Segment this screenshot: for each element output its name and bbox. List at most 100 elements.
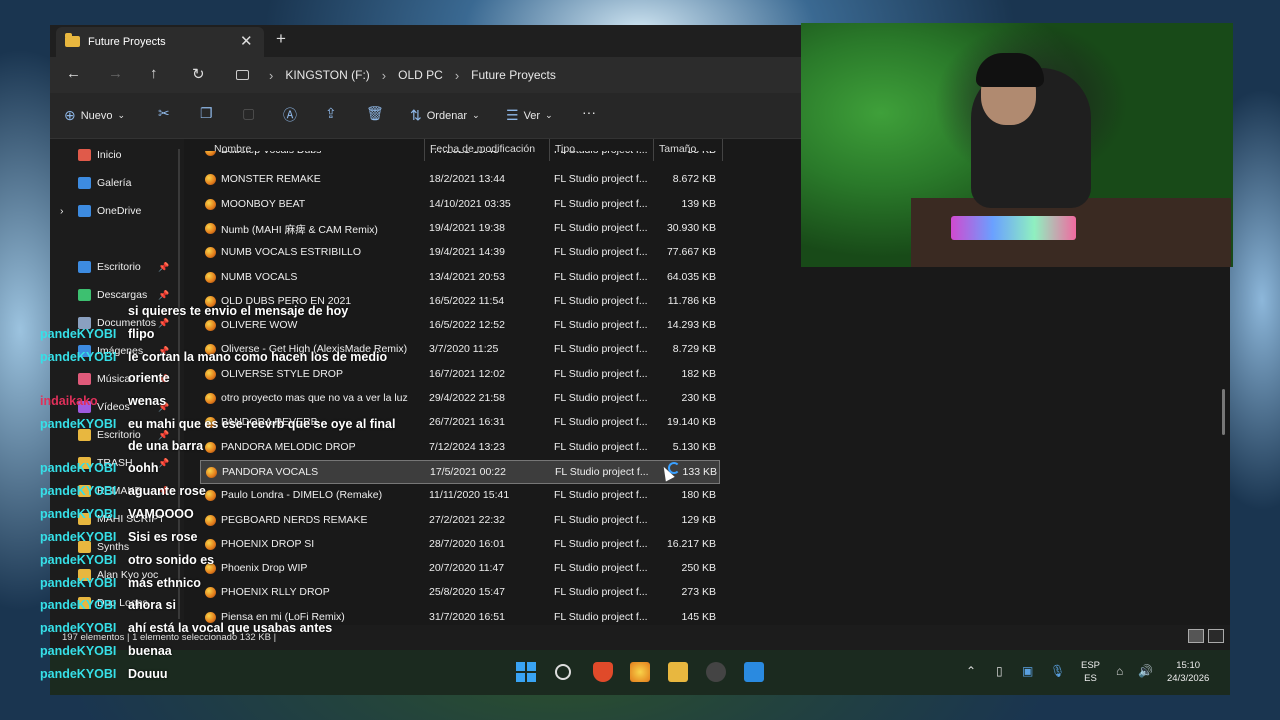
- pane-divider[interactable]: [178, 149, 180, 619]
- start-icon[interactable]: [516, 662, 536, 682]
- refresh-button[interactable]: ↻: [192, 65, 205, 83]
- file-size: 273 KB: [681, 586, 716, 599]
- app-icon[interactable]: [744, 662, 764, 682]
- file-row[interactable]: MONSTER REMAKE 18/2/2021 13:44 FL Studio p…: [200, 168, 720, 192]
- back-button[interactable]: ←: [66, 65, 81, 82]
- rename-icon[interactable]: Ⓐ: [283, 105, 297, 125]
- pin-icon[interactable]: 📌: [158, 458, 169, 469]
- fl-project-file-icon: [205, 174, 216, 186]
- file-date: 14/10/2021 03:35: [429, 197, 511, 210]
- sidebar-item[interactable]: Escritorio: [78, 261, 141, 273]
- expand-chevron-icon[interactable]: ›: [60, 205, 64, 217]
- chat-text: ahora si: [128, 598, 176, 612]
- chat-message: pandeKYOBI más ethnico: [40, 576, 201, 591]
- show-hidden-icons-icon[interactable]: ⌃: [966, 664, 976, 678]
- file-date: 16/5/2022 11:54: [429, 294, 505, 307]
- file-date: 17/5/2021 00:22: [430, 465, 506, 478]
- chat-text: Sisi es rose: [128, 530, 198, 544]
- file-row[interactable]: PHOENIX DROP SI 28/7/2020 16:01 FL Studio …: [200, 533, 720, 557]
- chat-username: pandeKYOBI: [40, 644, 117, 658]
- app-tray-icon[interactable]: ▣: [1022, 664, 1033, 678]
- gallery-icon: [78, 177, 91, 189]
- file-row[interactable]: Numb (MAHI 麻痺 & CAM Remix) 19/4/2021 19:3…: [200, 217, 720, 241]
- forward-button[interactable]: →: [108, 65, 123, 82]
- pin-icon[interactable]: 📌: [158, 318, 169, 329]
- details-view-button[interactable]: [1188, 629, 1204, 643]
- scrollbar-thumb[interactable]: [1222, 389, 1225, 435]
- close-tab-icon[interactable]: ✕: [240, 32, 253, 50]
- file-date: 7/7/2021 15:45: [429, 151, 499, 156]
- file-size: 145 KB: [681, 610, 716, 623]
- language-indicator[interactable]: ESP ES: [1081, 659, 1100, 685]
- chat-message: pandeKYOBI aguante rose: [40, 484, 206, 499]
- device-icon[interactable]: ▯: [996, 664, 1003, 678]
- up-button[interactable]: ↑: [150, 65, 158, 82]
- sidebar-item[interactable]: Inicio: [78, 149, 122, 161]
- fl-studio-icon[interactable]: [630, 662, 650, 682]
- brave-browser-icon[interactable]: [593, 662, 613, 682]
- share-icon[interactable]: ⇪: [325, 105, 337, 122]
- chat-username: pandeKYOBI: [40, 598, 117, 612]
- tiles-view-button[interactable]: [1208, 629, 1224, 643]
- sort-button[interactable]: ⇅ Ordenar ⌄: [410, 107, 480, 124]
- chat-text: flipo: [128, 327, 155, 341]
- delete-icon[interactable]: 🗑: [366, 105, 384, 122]
- column-separator[interactable]: [722, 139, 723, 161]
- file-explorer-icon[interactable]: [668, 662, 688, 682]
- cut-icon[interactable]: ✂: [158, 105, 170, 122]
- paste-icon[interactable]: ▢: [242, 105, 255, 122]
- chat-username: pandeKYOBI: [40, 576, 117, 590]
- taskbar: ⌃ ▯ ▣ 🎙 ESP ES ⌂ 🔊 15:10 24/3/2026: [50, 650, 1230, 695]
- file-row[interactable]: NUMB VOCALS ESTRIBILLO 19/4/2021 14:39 FL …: [200, 241, 720, 265]
- fl-project-file-icon: [205, 490, 216, 502]
- breadcrumb-drive[interactable]: KINGSTON (F:): [285, 68, 369, 82]
- copy-icon[interactable]: ❐: [200, 105, 213, 122]
- chat-text: más ethnico: [128, 576, 201, 590]
- streamer-hair: [976, 53, 1044, 87]
- view-button[interactable]: ☰ Ver ⌄: [506, 107, 553, 124]
- file-row[interactable]: otro proyecto mas que no va a ver la luz…: [200, 387, 720, 411]
- fl-project-file-icon: [205, 151, 216, 156]
- sidebar-item-label: OneDrive: [97, 205, 142, 217]
- breadcrumb-old-pc[interactable]: OLD PC: [398, 68, 443, 82]
- file-row[interactable]: PEGBOARD NERDS REMAKE 27/2/2021 22:32 FL S…: [200, 509, 720, 533]
- file-name: PHOENIX RLLY DROP: [221, 586, 330, 599]
- new-tab-button[interactable]: +: [276, 29, 286, 49]
- file-row[interactable]: NUMB VOCALS 13/4/2021 20:53 FL Studio proj…: [200, 266, 720, 290]
- network-icon[interactable]: ⌂: [1116, 664, 1123, 678]
- file-row[interactable]: Dubstep Vocals Dubs7/7/2021 15:45FL Stud…: [200, 151, 720, 163]
- breadcrumb-current[interactable]: Future Proyects: [471, 68, 556, 82]
- volume-icon[interactable]: 🔊: [1138, 664, 1153, 678]
- sidebar-item[interactable]: Galería: [78, 177, 131, 189]
- chat-text: de una barra: [128, 439, 204, 453]
- microphone-icon[interactable]: 🎙: [1050, 664, 1065, 678]
- file-name: Dubstep Vocals Dubs: [221, 151, 321, 156]
- chat-message: oriente: [40, 371, 170, 386]
- obs-icon[interactable]: [706, 662, 726, 682]
- file-row[interactable]: PANDORA VOCALS 17/5/2021 00:22 FL Studio p…: [200, 459, 720, 484]
- file-row[interactable]: Paulo Londra - DIMELO (Remake) 11/11/2020…: [200, 484, 720, 508]
- file-size: 19.140 KB: [666, 416, 716, 429]
- file-row[interactable]: MOONBOY BEAT 14/10/2021 03:35 FL Studio pr…: [200, 193, 720, 217]
- search-icon[interactable]: [555, 664, 571, 680]
- sidebar-item[interactable]: Descargas: [78, 289, 147, 301]
- clock[interactable]: 15:10 24/3/2026: [1167, 659, 1209, 685]
- file-name: OLIVERE WOW: [221, 319, 298, 332]
- language-code: ESP: [1081, 660, 1101, 671]
- tab-future-proyects[interactable]: Future Proyects ✕: [56, 27, 264, 57]
- file-row[interactable]: OLIVERSE STYLE DROP 16/7/2021 12:02 FL Stu…: [200, 363, 720, 387]
- file-row[interactable]: Phoenix Drop WIP 20/7/2020 11:47 FL Studio…: [200, 557, 720, 581]
- new-button[interactable]: ⊕ Nuevo ⌄: [64, 107, 125, 124]
- file-row[interactable]: PHOENIX RLLY DROP 25/8/2020 15:47 FL Studi…: [200, 581, 720, 605]
- chevron-down-icon: ⌄: [472, 110, 480, 120]
- pin-icon[interactable]: 📌: [158, 262, 169, 273]
- fl-project-file-icon: [205, 320, 216, 332]
- pin-icon[interactable]: 📌: [158, 290, 169, 301]
- file-name: PANDORA MELODIC DROP: [221, 440, 356, 453]
- more-options-button[interactable]: ···: [582, 104, 596, 120]
- file-date: 16/5/2022 12:52: [429, 319, 505, 332]
- sidebar-item[interactable]: OneDrive: [78, 205, 141, 217]
- breadcrumb[interactable]: › KINGSTON (F:) › OLD PC › Future Proyec…: [230, 61, 800, 89]
- file-date: 16/7/2021 12:02: [429, 367, 505, 380]
- file-row[interactable]: PANDORA MELODIC DROP 7/12/2024 13:23 FL St…: [200, 436, 720, 460]
